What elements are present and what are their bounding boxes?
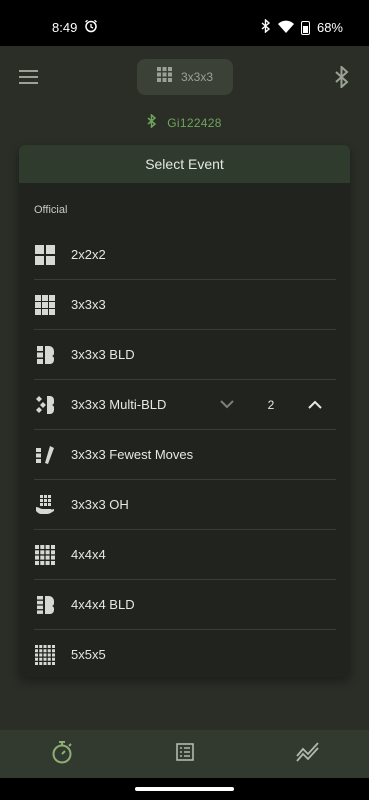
event-item-3x3x3-oh[interactable]: 3x3x3 OH: [34, 480, 336, 530]
blindfold-icon: [34, 344, 55, 365]
event-item-4x4x4[interactable]: 4x4x4: [34, 530, 336, 580]
current-event-label: 3x3x3: [180, 70, 214, 84]
bluetooth-icon[interactable]: [334, 64, 350, 93]
battery-icon: [300, 20, 310, 35]
stopwatch-icon: [51, 740, 73, 769]
dialog-title: Select Event: [145, 156, 224, 172]
section-label: Official: [34, 204, 68, 216]
attempt-count-stepper: 2: [218, 380, 324, 429]
tab-timer[interactable]: [0, 730, 123, 778]
device-name: Gi122428: [167, 116, 222, 130]
event-item-4x4x4-bld[interactable]: 4x4x4 BLD: [34, 580, 336, 630]
event-item-3x3x3-bld[interactable]: 3x3x3 BLD: [34, 330, 336, 380]
one-hand-icon: [34, 494, 55, 515]
select-event-dialog: Select Event Official 2x2x2 3x3x3 3x3x3 …: [19, 145, 350, 677]
bluetooth-status-icon: [261, 18, 271, 36]
event-label: 5x5x5: [71, 647, 106, 662]
event-label: 3x3x3 Multi-BLD: [71, 397, 167, 412]
event-list: 2x2x2 3x3x3 3x3x3 BLD 3x3x3 Multi-BLD 2 …: [34, 230, 336, 677]
attempt-count: 2: [267, 397, 275, 412]
status-time: 8:49: [52, 20, 78, 35]
tab-stats[interactable]: [246, 730, 369, 778]
event-item-2x2x2[interactable]: 2x2x2: [34, 230, 336, 280]
connected-device: Gi122428: [0, 112, 369, 134]
battery-percent: 68%: [316, 20, 343, 35]
gesture-bar: [0, 778, 369, 800]
pencil-icon: [34, 444, 55, 465]
cube-4x4-icon: [34, 544, 55, 565]
decrease-button[interactable]: [218, 396, 236, 414]
event-label: 2x2x2: [71, 247, 106, 262]
app-bar: 3x3x3: [0, 46, 369, 108]
list-icon: [175, 742, 194, 766]
multi-blindfold-icon: [34, 394, 55, 415]
event-label: 4x4x4 BLD: [71, 597, 135, 612]
bluetooth-connected-icon: [147, 112, 157, 133]
cube-3x3-icon: [34, 294, 55, 315]
blindfold-icon: [34, 594, 55, 615]
status-bar: 8:49 68%: [0, 0, 369, 46]
event-label: 3x3x3: [71, 297, 106, 312]
menu-icon[interactable]: [19, 70, 38, 84]
event-item-3x3x3[interactable]: 3x3x3: [34, 280, 336, 330]
cube-2x2-icon: [34, 244, 55, 265]
event-label: 3x3x3 OH: [71, 497, 129, 512]
event-label: 4x4x4: [71, 547, 106, 562]
cube-3x3-icon: [156, 67, 172, 87]
bottom-navigation: [0, 730, 369, 778]
event-label: 3x3x3 BLD: [71, 347, 135, 362]
trend-icon: [295, 741, 320, 767]
cube-5x5-icon: [34, 644, 55, 665]
increase-button[interactable]: [306, 396, 324, 414]
home-indicator[interactable]: [135, 787, 234, 791]
event-label: 3x3x3 Fewest Moves: [71, 447, 194, 462]
wifi-icon: [277, 20, 294, 36]
event-item-3x3x3-fewest-moves[interactable]: 3x3x3 Fewest Moves: [34, 430, 336, 480]
event-item-5x5x5[interactable]: 5x5x5: [34, 630, 336, 677]
dialog-header: Select Event: [19, 145, 350, 183]
event-item-3x3x3-multi-bld[interactable]: 3x3x3 Multi-BLD 2: [34, 380, 336, 430]
alarm-icon: [84, 19, 98, 36]
event-selector-button[interactable]: 3x3x3: [137, 59, 233, 95]
tab-sessions[interactable]: [123, 730, 246, 778]
